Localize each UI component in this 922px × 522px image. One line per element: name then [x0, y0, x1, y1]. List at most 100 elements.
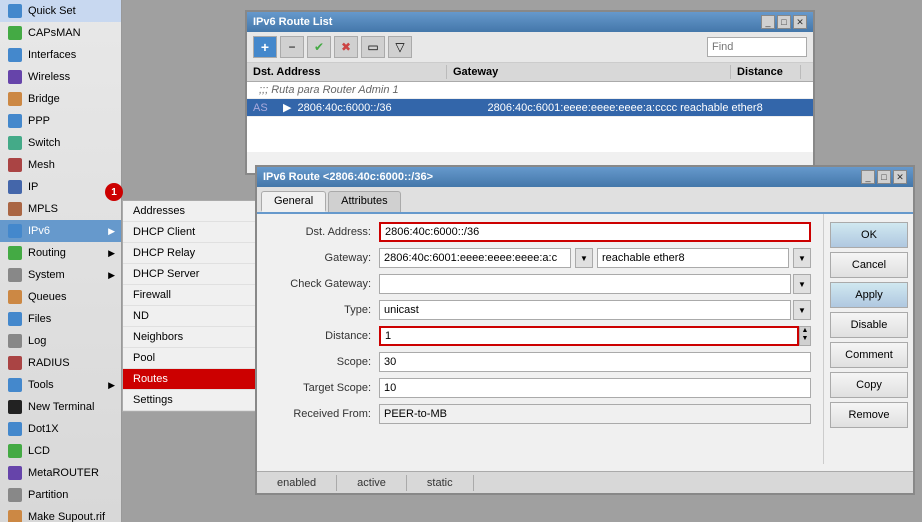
badge-1: 1: [105, 183, 123, 201]
sidebar-item-ip[interactable]: IP: [0, 176, 121, 198]
edit-close-btn[interactable]: ✕: [893, 170, 907, 184]
submenu-item-addresses[interactable]: Addresses: [123, 201, 257, 222]
type-dropdown[interactable]: ▼: [793, 300, 811, 320]
supout-icon: [6, 509, 24, 522]
type-input[interactable]: [379, 300, 791, 320]
submenu-item-dhcp_client[interactable]: DHCP Client: [123, 222, 257, 243]
submenu-item-firewall[interactable]: Firewall: [123, 285, 257, 306]
copy-button[interactable]: Copy: [830, 372, 908, 398]
gateway-dropdown2[interactable]: ▼: [793, 248, 811, 268]
routing-icon: [6, 245, 24, 261]
sidebar-item-log[interactable]: Log: [0, 330, 121, 352]
col-dst: Dst. Address: [247, 65, 447, 79]
sidebar-item-dot1x[interactable]: Dot1X: [0, 418, 121, 440]
remove-button[interactable]: Remove: [830, 402, 908, 428]
distance-down[interactable]: ▼: [802, 335, 809, 343]
sidebar-item-radius[interactable]: RADIUS: [0, 352, 121, 374]
sidebar-label-wireless: Wireless: [28, 71, 70, 83]
submenu-item-pool[interactable]: Pool: [123, 348, 257, 369]
gateway-inputs: ▼ ▼: [379, 248, 811, 268]
check-gateway-input[interactable]: [379, 274, 791, 294]
filter-btn[interactable]: ▽: [388, 36, 412, 58]
ipv6-submenu: AddressesDHCP ClientDHCP RelayDHCP Serve…: [122, 200, 258, 412]
mpls-icon: [6, 201, 24, 217]
gateway-input2[interactable]: [597, 248, 789, 268]
dst-address-input[interactable]: [379, 222, 811, 242]
distance-input[interactable]: [379, 326, 799, 346]
sidebar-item-files[interactable]: Files: [0, 308, 121, 330]
sidebar-item-ppp[interactable]: PPP: [0, 110, 121, 132]
check-gateway-field: ▼: [379, 274, 811, 294]
find-input[interactable]: [707, 37, 807, 57]
check-gateway-dropdown[interactable]: ▼: [793, 274, 811, 294]
target-scope-input[interactable]: [379, 378, 811, 398]
submenu-item-neighbors[interactable]: Neighbors: [123, 327, 257, 348]
enable-route-btn[interactable]: ✔: [307, 36, 331, 58]
sidebar-label-radius: RADIUS: [28, 357, 70, 369]
gateway-input1[interactable]: [379, 248, 571, 268]
submenu-item-dhcp_relay[interactable]: DHCP Relay: [123, 243, 257, 264]
sidebar-label-supout: Make Supout.rif: [28, 511, 105, 522]
submenu-item-routes[interactable]: Routes: [123, 369, 257, 390]
sidebar-item-tools[interactable]: Tools ▶: [0, 374, 121, 396]
sidebar-label-partition: Partition: [28, 489, 68, 501]
tab-attributes[interactable]: Attributes: [328, 191, 400, 212]
gateway-dropdown1[interactable]: ▼: [575, 248, 593, 268]
sort-btn[interactable]: ▭: [361, 36, 385, 58]
sidebar-item-metarouter[interactable]: MetaROUTER: [0, 462, 121, 484]
submenu-item-settings[interactable]: Settings: [123, 390, 257, 411]
wireless-icon: [6, 69, 24, 85]
sidebar-item-switch[interactable]: Switch: [0, 132, 121, 154]
sidebar-item-quickset[interactable]: Quick Set: [0, 0, 121, 22]
cancel-button[interactable]: Cancel: [830, 252, 908, 278]
type-label: Type:: [269, 304, 379, 316]
sidebar-item-routing[interactable]: Routing ▶: [0, 242, 121, 264]
status-active: active: [337, 475, 407, 491]
sidebar-item-mpls[interactable]: MPLS: [0, 198, 121, 220]
comment-button[interactable]: Comment: [830, 342, 908, 368]
route-data-row[interactable]: AS ▶ 2806:40c:6000::/36 2806:40c:6001:ee…: [247, 99, 813, 117]
add-route-btn[interactable]: +: [253, 36, 277, 58]
sidebar-item-terminal[interactable]: New Terminal: [0, 396, 121, 418]
sidebar-label-lcd: LCD: [28, 445, 50, 457]
sidebar-item-capsman[interactable]: CAPsMAN: [0, 22, 121, 44]
sidebar-item-mesh[interactable]: Mesh: [0, 154, 121, 176]
sidebar-item-system[interactable]: System ▶: [0, 264, 121, 286]
check-gateway-row: Check Gateway: ▼: [269, 274, 811, 294]
disable-button[interactable]: Disable: [830, 312, 908, 338]
sidebar-item-lcd[interactable]: LCD: [0, 440, 121, 462]
route-list-title: IPv6 Route List: [253, 16, 332, 28]
disable-route-btn[interactable]: ✖: [334, 36, 358, 58]
arrow-ipv6: ▶: [108, 226, 115, 237]
sidebar-item-bridge[interactable]: Bridge: [0, 88, 121, 110]
submenu-item-nd[interactable]: ND: [123, 306, 257, 327]
sidebar-item-ipv6[interactable]: IPv6 ▶: [0, 220, 121, 242]
remove-route-btn[interactable]: −: [280, 36, 304, 58]
distance-field: ▲ ▼: [379, 326, 811, 346]
distance-up[interactable]: ▲: [802, 327, 809, 335]
sidebar-item-queues[interactable]: Queues: [0, 286, 121, 308]
scope-input[interactable]: [379, 352, 811, 372]
tab-general[interactable]: General: [261, 191, 326, 212]
route-list-winbtns: _ □ ✕: [761, 15, 807, 29]
ok-button[interactable]: OK: [830, 222, 908, 248]
sidebar-label-terminal: New Terminal: [28, 401, 94, 413]
minimize-btn[interactable]: _: [761, 15, 775, 29]
sidebar-item-partition[interactable]: Partition: [0, 484, 121, 506]
edit-maximize-btn[interactable]: □: [877, 170, 891, 184]
maximize-btn[interactable]: □: [777, 15, 791, 29]
route-edit-winbtns: _ □ ✕: [861, 170, 907, 184]
close-btn[interactable]: ✕: [793, 15, 807, 29]
submenu-item-dhcp_server[interactable]: DHCP Server: [123, 264, 257, 285]
sidebar-item-supout[interactable]: Make Supout.rif: [0, 506, 121, 522]
ppp-icon: [6, 113, 24, 129]
apply-button[interactable]: Apply: [830, 282, 908, 308]
distance-scroll[interactable]: ▲ ▼: [799, 326, 811, 346]
sidebar-item-wireless[interactable]: Wireless: [0, 66, 121, 88]
sidebar-item-interfaces[interactable]: Interfaces: [0, 44, 121, 66]
edit-body: Dst. Address: Gateway: ▼ ▼ Check Gateway…: [257, 214, 913, 464]
dst-address-row: Dst. Address:: [269, 222, 811, 242]
switch-icon: [6, 135, 24, 151]
target-scope-row: Target Scope:: [269, 378, 811, 398]
edit-minimize-btn[interactable]: _: [861, 170, 875, 184]
